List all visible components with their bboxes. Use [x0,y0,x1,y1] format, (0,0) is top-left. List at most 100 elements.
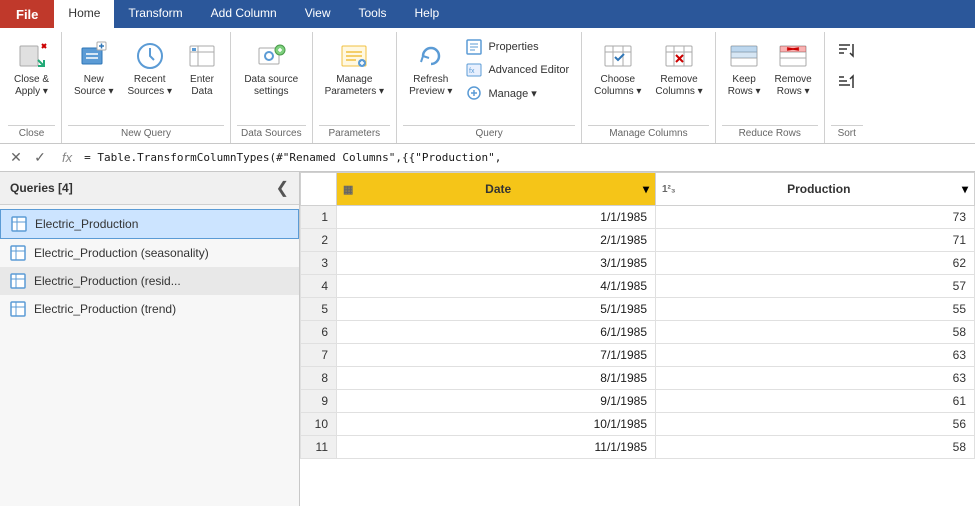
row-number: 10 [301,413,337,436]
ribbon-group-close: Close &Apply ▾ Close [2,32,62,143]
production-col-label: Production [682,182,956,196]
table-row: 44/1/198557 [301,275,975,298]
queries-list: Electric_Production Electric_Production … [0,205,299,506]
row-number: 5 [301,298,337,321]
manage-parameters-button[interactable]: ManageParameters ▾ [319,36,390,102]
queries-header: Queries [4] ❮ [0,172,299,205]
col-header-production[interactable]: 1²₃ Production ▾ [656,173,975,206]
remove-columns-icon [663,40,695,72]
manage-icon [466,85,482,101]
remove-columns-button[interactable]: RemoveColumns ▾ [649,36,708,102]
refresh-preview-button[interactable]: RefreshPreview ▾ [403,36,458,102]
ribbon-group-sort: Sort [825,32,869,143]
table-row: 99/1/198561 [301,390,975,413]
query-item-seasonality[interactable]: Electric_Production (seasonality) [0,239,299,267]
keep-rows-label: KeepRows ▾ [728,74,761,98]
query-name-1: Electric_Production [35,217,138,231]
date-type-icon: ▦ [337,183,359,196]
choose-columns-button[interactable]: ChooseColumns ▾ [588,36,647,102]
new-query-group-label: New Query [68,125,224,143]
ribbon-group-new-query: NewSource ▾ RecentSources ▾ [62,32,231,143]
table-row: 11/1/198573 [301,206,975,229]
new-source-button[interactable]: NewSource ▾ [68,36,119,102]
tab-file[interactable]: File [0,0,54,28]
cell-date: 2/1/1985 [337,229,656,252]
cell-production: 56 [656,413,975,436]
query-item-resid[interactable]: Electric_Production (resid... [0,267,299,295]
refresh-preview-label: RefreshPreview ▾ [409,74,452,98]
manage-label: Manage ▾ [488,87,536,100]
row-number: 1 [301,206,337,229]
tab-add-column[interactable]: Add Column [197,0,291,28]
table-row: 55/1/198555 [301,298,975,321]
formula-cancel-icon[interactable]: ✕ [6,148,26,168]
parameters-group-label: Parameters [319,125,390,143]
close-apply-icon [16,40,48,72]
query-item-electric-production[interactable]: Electric_Production [0,209,299,239]
row-number: 6 [301,321,337,344]
queries-panel: Queries [4] ❮ Electric_Production Electr… [0,172,300,506]
sort-asc-button[interactable] [831,36,863,64]
keep-rows-button[interactable]: KeepRows ▾ [722,36,767,102]
tab-transform[interactable]: Transform [114,0,196,28]
new-source-label: NewSource ▾ [74,74,113,98]
advanced-editor-label: Advanced Editor [488,64,569,76]
tab-help[interactable]: Help [401,0,454,28]
tab-tools[interactable]: Tools [345,0,401,28]
cell-production: 71 [656,229,975,252]
query-table-icon-2 [10,245,26,261]
choose-columns-label: ChooseColumns ▾ [594,74,641,98]
formula-bar: ✕ ✓ fx = Table.TransformColumnTypes(#"Re… [0,144,975,172]
table-row: 22/1/198571 [301,229,975,252]
manage-button[interactable]: Manage ▾ [460,82,575,104]
formula-confirm-icon[interactable]: ✓ [30,148,50,168]
table-row: 77/1/198563 [301,344,975,367]
close-apply-label: Close &Apply ▾ [14,74,49,98]
properties-button[interactable]: Properties [460,36,575,58]
formula-icons: ✕ ✓ [6,148,50,168]
cell-production: 57 [656,275,975,298]
formula-fx-label: fx [58,150,76,165]
query-item-trend[interactable]: Electric_Production (trend) [0,295,299,323]
enter-data-button[interactable]: EnterData [180,36,224,102]
cell-date: 11/1/1985 [337,436,656,459]
advanced-editor-button[interactable]: fx Advanced Editor [460,59,575,81]
table-row: 33/1/198562 [301,252,975,275]
data-source-settings-button[interactable]: Data sourcesettings [238,36,304,102]
reduce-rows-group-label: Reduce Rows [722,125,818,143]
close-apply-button[interactable]: Close &Apply ▾ [8,36,55,102]
production-dropdown-icon[interactable]: ▾ [956,182,974,196]
ribbon-group-query: RefreshPreview ▾ Properties fx Advanced … [397,32,582,143]
remove-rows-button[interactable]: RemoveRows ▾ [769,36,818,102]
ribbon-group-data-sources: Data sourcesettings Data Sources [231,32,313,143]
formula-text: = Table.TransformColumnTypes(#"Renamed C… [84,151,969,164]
query-table-icon-3 [10,273,26,289]
advanced-editor-icon: fx [466,62,482,78]
svg-text:fx: fx [469,68,475,75]
tab-view[interactable]: View [291,0,345,28]
ribbon-group-reduce-rows: KeepRows ▾ RemoveRows ▾ [716,32,825,143]
table-row: 66/1/198558 [301,321,975,344]
row-number: 3 [301,252,337,275]
sort-desc-button[interactable] [831,68,863,96]
date-dropdown-icon[interactable]: ▾ [637,182,655,196]
table-row: 1010/1/198556 [301,413,975,436]
query-table-icon-1 [11,216,27,232]
refresh-preview-icon [415,40,447,72]
collapse-panel-button[interactable]: ❮ [276,178,289,198]
remove-columns-label: RemoveColumns ▾ [655,74,702,98]
data-table: ▦ Date ▾ 1²₃ Production ▾ 11/ [300,172,975,459]
cell-production: 55 [656,298,975,321]
properties-icon [466,39,482,55]
choose-columns-icon [602,40,634,72]
col-header-date[interactable]: ▦ Date ▾ [337,173,656,206]
row-number: 2 [301,229,337,252]
queries-title: Queries [4] [10,181,73,195]
row-number: 4 [301,275,337,298]
ribbon-group-manage-columns: ChooseColumns ▾ RemoveColumns ▾ [582,32,716,143]
recent-sources-button[interactable]: RecentSources ▾ [122,36,178,102]
table-row: 1111/1/198558 [301,436,975,459]
data-sources-group-label: Data Sources [237,125,306,143]
data-source-settings-icon [255,40,287,72]
tab-home[interactable]: Home [54,0,114,28]
